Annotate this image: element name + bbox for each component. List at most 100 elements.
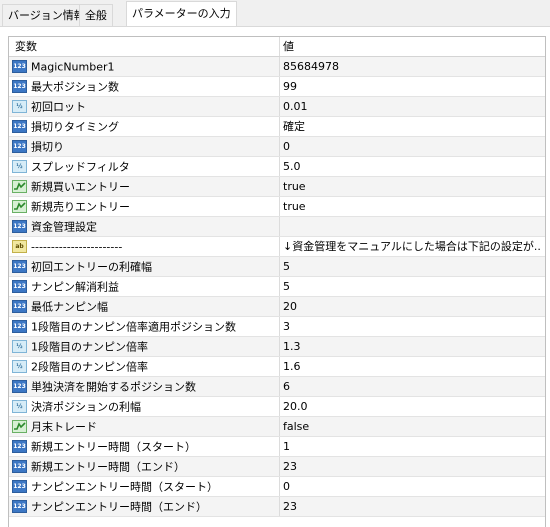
parameter-value-cell[interactable]: 3 (279, 317, 545, 336)
table-row[interactable]: 123 ナンピン解消利益 5 (9, 277, 545, 297)
tab-general[interactable]: 全般 (79, 4, 113, 26)
table-row[interactable]: 123 資金管理設定 (9, 217, 545, 237)
parameter-value-cell[interactable] (279, 217, 545, 236)
column-header-variable[interactable]: 変数 (9, 37, 276, 56)
table-row[interactable]: 123 損切り 0 (9, 137, 545, 157)
parameter-value-cell[interactable]: 5 (279, 257, 545, 276)
parameter-name-cell: 123 初回エントリーの利確幅 (9, 257, 276, 276)
parameter-name-cell: 月末トレード (9, 417, 276, 436)
parameter-name-cell: ab ----------------------- (9, 237, 276, 256)
table-row[interactable]: 月末トレード false (9, 417, 545, 437)
parameter-name-cell: ½ 1段階目のナンピン倍率 (9, 337, 276, 356)
parameter-name: 2段階目のナンピン倍率 (31, 360, 148, 374)
parameter-name-cell: 123 最低ナンピン幅 (9, 297, 276, 316)
parameter-name-cell: 123 損切り (9, 137, 276, 156)
table-header: 変数 値 (9, 37, 545, 57)
parameter-value-cell[interactable]: 5 (279, 277, 545, 296)
parameter-value-cell[interactable]: false (279, 417, 545, 436)
table-row[interactable]: 123 ナンピンエントリー時間（スタート） 0 (9, 477, 545, 497)
parameter-value-cell[interactable]: 1.6 (279, 357, 545, 376)
boolean-type-icon (12, 419, 27, 433)
parameter-name: 1段階目のナンピン倍率 (31, 340, 148, 354)
table-row[interactable]: 123 損切りタイミング 確定 (9, 117, 545, 137)
table-row[interactable]: ½ 2段階目のナンピン倍率 1.6 (9, 357, 545, 377)
parameter-value-cell[interactable]: 23 (279, 497, 545, 516)
parameter-name: 資金管理設定 (31, 220, 97, 234)
parameter-name-cell: 123 MagicNumber1 (9, 57, 276, 76)
column-header-value[interactable]: 値 (279, 37, 545, 56)
parameter-value-cell[interactable]: true (279, 197, 545, 216)
parameter-name-cell: 123 単独決済を開始するポジション数 (9, 377, 276, 396)
double-type-icon: ½ (12, 399, 27, 413)
parameter-value-cell[interactable]: 1.3 (279, 337, 545, 356)
parameter-name-cell: 123 資金管理設定 (9, 217, 276, 236)
parameter-value-cell[interactable]: 23 (279, 457, 545, 476)
parameter-name-cell: 123 損切りタイミング (9, 117, 276, 136)
parameter-value-cell[interactable]: 1 (279, 437, 545, 456)
parameter-name: 最低ナンピン幅 (31, 300, 108, 314)
integer-type-icon: 123 (12, 499, 27, 513)
table-row[interactable]: 123 MagicNumber1 85684978 (9, 57, 545, 77)
table-row[interactable]: 123 ナンピンエントリー時間（エンド） 23 (9, 497, 545, 517)
parameter-name-cell: ½ 2段階目のナンピン倍率 (9, 357, 276, 376)
parameter-name-cell: 123 新規エントリー時間（エンド） (9, 457, 276, 476)
table-row[interactable]: 123 1段階目のナンピン倍率適用ポジション数 3 (9, 317, 545, 337)
integer-type-icon: 123 (12, 479, 27, 493)
parameter-name-cell: 123 新規エントリー時間（スタート） (9, 437, 276, 456)
tab-bar: バージョン情報 全般 パラメーターの入力 (0, 0, 550, 27)
table-row[interactable]: ½ 初回ロット 0.01 (9, 97, 545, 117)
parameter-name-cell: ½ 決済ポジションの利幅 (9, 397, 276, 416)
parameter-value-cell[interactable]: 85684978 (279, 57, 545, 76)
parameter-name-cell: 新規売りエントリー (9, 197, 276, 216)
integer-type-icon: 123 (12, 59, 27, 73)
parameter-value-cell[interactable]: 6 (279, 377, 545, 396)
table-row[interactable]: 新規売りエントリー true (9, 197, 545, 217)
table-row[interactable]: 123 新規エントリー時間（エンド） 23 (9, 457, 545, 477)
table-row[interactable]: ½ 1段階目のナンピン倍率 1.3 (9, 337, 545, 357)
parameter-value-cell[interactable]: ↓資金管理をマニュアルにした場合は下記の設定が.. (279, 237, 545, 256)
tab-version-info[interactable]: バージョン情報 (2, 4, 91, 26)
integer-type-icon: 123 (12, 79, 27, 93)
parameter-name-cell: 123 1段階目のナンピン倍率適用ポジション数 (9, 317, 276, 336)
parameter-name: スプレッドフィルタ (31, 160, 130, 174)
parameter-name: 新規売りエントリー (31, 200, 130, 214)
parameter-value-cell[interactable]: 20 (279, 297, 545, 316)
tab-inputs[interactable]: パラメーターの入力 (126, 1, 237, 27)
parameter-value-cell[interactable]: 確定 (279, 117, 545, 136)
boolean-type-icon (12, 179, 27, 193)
parameter-name: 新規買いエントリー (31, 180, 130, 194)
table-row[interactable]: 123 最低ナンピン幅 20 (9, 297, 545, 317)
integer-type-icon: 123 (12, 319, 27, 333)
parameter-value-cell[interactable]: 0 (279, 477, 545, 496)
table-row[interactable]: 新規買いエントリー true (9, 177, 545, 197)
parameter-value-cell[interactable]: 0 (279, 137, 545, 156)
parameter-name-cell: 123 ナンピンエントリー時間（エンド） (9, 497, 276, 516)
parameter-value-cell[interactable]: 20.0 (279, 397, 545, 416)
integer-type-icon: 123 (12, 379, 27, 393)
table-row[interactable]: ½ 決済ポジションの利幅 20.0 (9, 397, 545, 417)
parameter-value-cell[interactable]: 0.01 (279, 97, 545, 116)
parameter-name-cell: 123 ナンピンエントリー時間（スタート） (9, 477, 276, 496)
table-row[interactable]: 123 単独決済を開始するポジション数 6 (9, 377, 545, 397)
table-row[interactable]: ½ スプレッドフィルタ 5.0 (9, 157, 545, 177)
parameter-value-cell[interactable]: 99 (279, 77, 545, 96)
parameter-name: 月末トレード (31, 420, 97, 434)
parameter-name: ナンピン解消利益 (31, 280, 119, 294)
parameter-name: MagicNumber1 (31, 60, 115, 74)
parameter-name: ナンピンエントリー時間（エンド） (31, 500, 207, 514)
inputs-panel: 変数 値 123 MagicNumber1 85684978 123 最大ポジション数 9… (0, 27, 550, 527)
integer-type-icon: 123 (12, 219, 27, 233)
parameter-value-cell[interactable]: 5.0 (279, 157, 545, 176)
table-row[interactable]: 123 初回エントリーの利確幅 5 (9, 257, 545, 277)
table-row[interactable]: ab ----------------------- ↓資金管理をマニュアルにした場… (9, 237, 545, 257)
parameter-value-cell[interactable]: true (279, 177, 545, 196)
integer-type-icon: 123 (12, 119, 27, 133)
parameter-name: 最大ポジション数 (31, 80, 119, 94)
double-type-icon: ½ (12, 359, 27, 373)
table-row[interactable]: 123 新規エントリー時間（スタート） 1 (9, 437, 545, 457)
integer-type-icon: 123 (12, 279, 27, 293)
parameter-name: 損切り (31, 140, 64, 154)
parameter-name: 新規エントリー時間（エンド） (31, 460, 185, 474)
table-row[interactable]: 123 最大ポジション数 99 (9, 77, 545, 97)
string-type-icon: ab (12, 239, 27, 253)
